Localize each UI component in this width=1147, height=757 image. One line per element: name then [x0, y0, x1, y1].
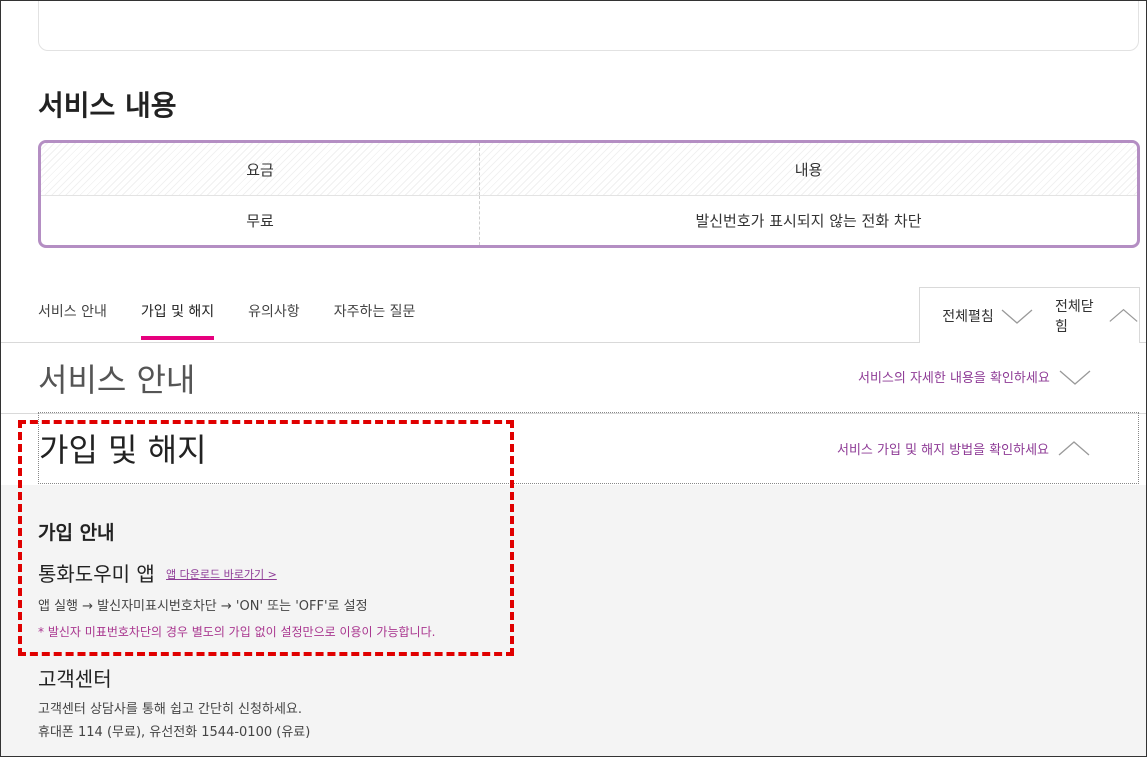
accordion-desc-label: 서비스 가입 및 해지 방법을 확인하세요	[837, 443, 1050, 458]
table-header-fee: 요금	[41, 143, 480, 195]
price-card: 무료	[38, 0, 1139, 51]
accordion-service-guide[interactable]: 서비스 안내 서비스의 자세한 내용을 확인하세요	[0, 343, 1147, 414]
table-cell-fee: 무료	[41, 196, 480, 245]
accordion-join-cancel[interactable]: 가입 및 해지 서비스 가입 및 해지 방법을 확인하세요	[38, 412, 1139, 484]
accordion-title-join-cancel: 가입 및 해지	[39, 431, 207, 469]
tab-faq[interactable]: 자주하는 질문	[334, 292, 416, 340]
chevron-up-icon	[1109, 308, 1138, 322]
customer-center-phone: 휴대폰 114 (무료), 유선전화 1544-0100 (유료)	[38, 725, 311, 740]
table-cell-content: 발신번호가 표시되지 않는 전화 차단	[695, 212, 922, 230]
customer-center-title: 고객센터	[38, 667, 112, 691]
table-row: 무료 발신번호가 표시되지 않는 전화 차단	[41, 196, 1137, 245]
collapse-all-button[interactable]: 전체닫힘	[1055, 287, 1140, 343]
price-value: 무료	[273, 0, 332, 1]
expand-all-label: 전체펼침	[942, 308, 994, 325]
tab-join-cancel[interactable]: 가입 및 해지	[140, 292, 215, 340]
section-title: 서비스 내용	[38, 89, 177, 122]
app-download-link[interactable]: 앱 다운로드 바로가기 >	[166, 566, 277, 582]
accordion-title-service-guide: 서비스 안내	[38, 361, 196, 399]
service-table: 요금 내용 무료 발신번호가 표시되지 않는 전화 차단	[38, 140, 1140, 248]
tab-precautions[interactable]: 유의사항	[248, 292, 300, 340]
app-name: 통화도우미 앱	[38, 562, 155, 586]
chevron-up-icon	[1058, 440, 1090, 455]
join-guide-heading: 가입 안내	[38, 522, 115, 544]
collapse-all-label: 전체닫힘	[1055, 298, 1094, 335]
accordion-desc-label: 서비스의 자세한 내용을 확인하세요	[858, 371, 1050, 386]
join-steps: 앱 실행 → 발신자미표시번호차단 → 'ON' 또는 'OFF'로 설정	[38, 599, 368, 614]
join-note: * 발신자 미표번호차단의 경우 별도의 가입 없이 설정만으로 이용이 가능합…	[38, 625, 436, 639]
chevron-down-icon	[1059, 370, 1091, 385]
expand-all-button[interactable]: 전체펼침	[919, 287, 1057, 343]
table-header-row: 요금 내용	[41, 143, 1137, 196]
chevron-down-icon	[1001, 309, 1033, 324]
table-header-content: 내용	[794, 160, 823, 179]
customer-center-desc: 고객센터 상담사를 통해 쉽고 간단히 신청하세요.	[38, 702, 302, 717]
accordion-desc-join-cancel[interactable]: 서비스 가입 및 해지 방법을 확인하세요	[837, 439, 1091, 458]
accordion-desc-service-guide[interactable]: 서비스의 자세한 내용을 확인하세요	[858, 367, 1092, 386]
tab-service-guide[interactable]: 서비스 안내	[38, 292, 107, 340]
tab-bar: 서비스 안내 가입 및 해지 유의사항 자주하는 질문	[38, 292, 449, 340]
